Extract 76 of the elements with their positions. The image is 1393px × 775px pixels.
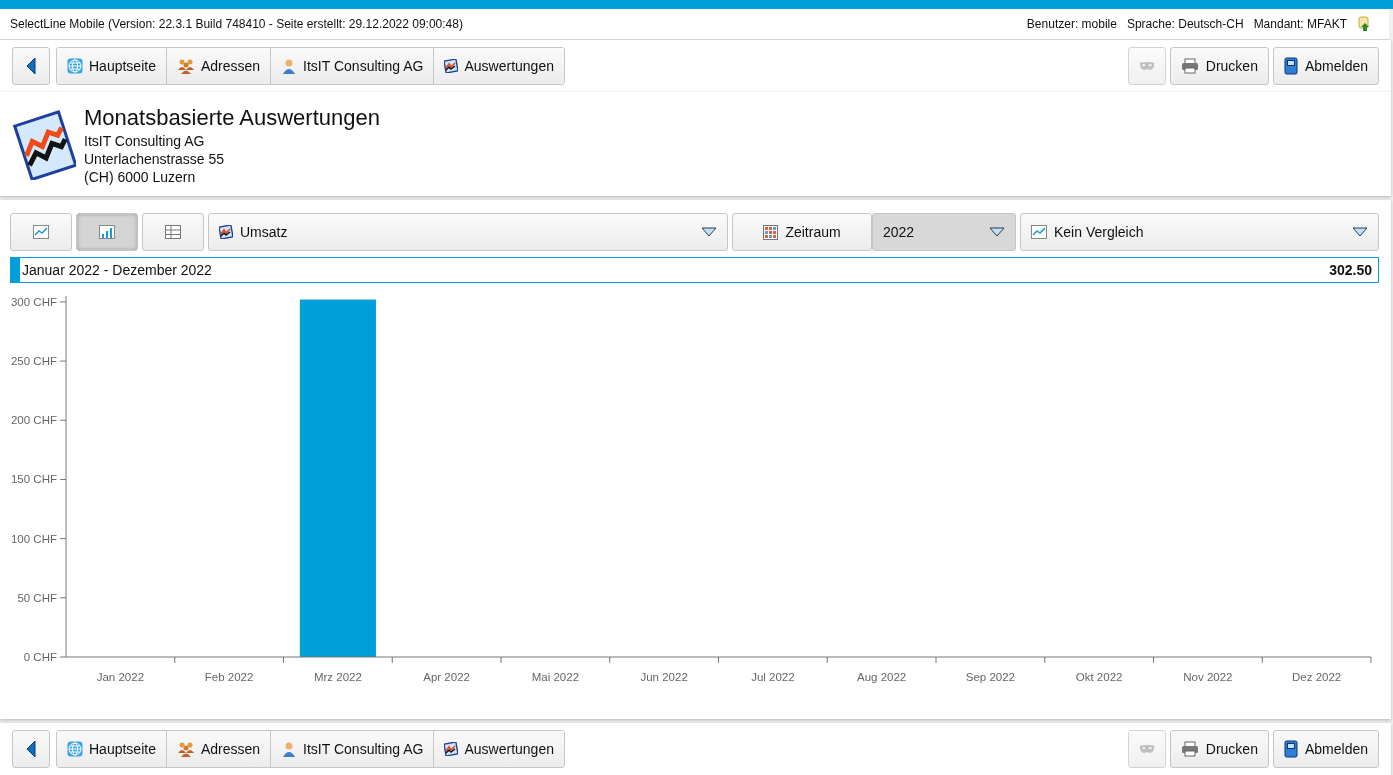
metric-select[interactable]: Umsatz [208, 213, 728, 251]
back-button[interactable] [12, 730, 50, 768]
y-tick-label: 300 CHF [10, 295, 57, 308]
x-tick-label: Jan 2022 [96, 671, 145, 683]
dropdown-caret-icon [1352, 227, 1368, 237]
back-button[interactable] [12, 47, 50, 85]
dropdown-caret-icon [989, 227, 1005, 237]
back-arrow-icon [26, 740, 36, 758]
x-tick-label: Feb 2022 [204, 671, 254, 683]
printer-icon [1180, 741, 1199, 757]
x-tick-label: Dez 2022 [1292, 671, 1342, 683]
city-address: (CH) 6000 Luzern [84, 168, 197, 186]
x-tick-label: Apr 2022 [423, 671, 470, 683]
company-name: ItsIT Consulting AG [84, 132, 206, 150]
calendar-icon [763, 224, 779, 240]
breadcrumb-button[interactable]: ItsIT Consulting AG [270, 48, 434, 84]
language-info: Sprache: Deutsch-CH [1126, 17, 1244, 31]
chart-icon [444, 742, 459, 756]
user-info: Benutzer: mobile [1026, 17, 1117, 31]
x-tick-label: Nov 2022 [1183, 671, 1233, 683]
breadcrumb-button[interactable]: Adressen [165, 48, 271, 84]
period-button[interactable]: Zeitraum [732, 213, 872, 251]
y-tick-label: 250 CHF [10, 355, 57, 368]
person-icon [281, 58, 298, 74]
breadcrumb-button[interactable]: Auswertungen [433, 48, 564, 84]
logout-button[interactable]: Abmelden [1272, 47, 1379, 85]
table-view-button[interactable] [142, 213, 204, 251]
y-tick-label: 200 CHF [10, 414, 57, 427]
print-button[interactable]: Drucken [1169, 730, 1269, 768]
logout-button[interactable]: Abmelden [1272, 730, 1379, 768]
year-select[interactable]: 2022 [872, 213, 1016, 251]
street-address: Unterlachenstrasse 55 [84, 150, 226, 168]
x-tick-label: Okt 2022 [1075, 671, 1123, 683]
table-icon [165, 225, 181, 239]
y-tick-label: 150 CHF [10, 473, 57, 486]
globe-icon [67, 58, 83, 74]
bar-chart-icon [99, 225, 115, 239]
y-tick-label: 50 CHF [17, 591, 57, 604]
door-icon [1283, 740, 1298, 758]
person-icon [281, 741, 298, 757]
x-tick-label: Sep 2022 [965, 671, 1015, 683]
back-arrow-icon [26, 57, 36, 75]
mask-icon [1138, 743, 1155, 755]
page-title: Monatsbasierte Auswertungen [84, 104, 380, 132]
x-tick-label: Jul 2022 [751, 671, 795, 683]
breadcrumb-button[interactable]: Hauptseite [57, 48, 166, 84]
comparison-select[interactable]: Kein Vergleich [1020, 213, 1379, 251]
app-info: SelectLine Mobile (Version: 22.3.1 Build 748410 - Seite erstellt: 29.12.2022 09:00:48) [10, 17, 463, 31]
range-total: 302.50 [1329, 262, 1372, 278]
line-chart-icon [33, 225, 49, 239]
range-label: Januar 2022 - Dezember 2022 [22, 262, 212, 278]
bar-view-button[interactable] [76, 213, 138, 251]
x-tick-label: Aug 2022 [857, 671, 907, 683]
print-button[interactable]: Drucken [1169, 47, 1269, 85]
chart-icon [219, 225, 233, 239]
breadcrumb-button[interactable]: ItsIT Consulting AG [270, 731, 434, 767]
client-switch-icon[interactable] [1357, 16, 1371, 32]
line-chart-icon [1031, 225, 1047, 239]
dropdown-caret-icon [701, 227, 717, 237]
x-tick-label: Mai 2022 [531, 671, 580, 683]
globe-icon [67, 741, 83, 757]
printer-icon [1180, 58, 1199, 74]
people-icon [176, 58, 195, 74]
x-tick-label: Jun 2022 [640, 671, 688, 683]
breadcrumb-button[interactable]: Auswertungen [433, 731, 564, 767]
people-icon [176, 741, 195, 757]
y-tick-label: 100 CHF [10, 532, 57, 545]
breadcrumb-button[interactable]: Adressen [165, 731, 271, 767]
mask-icon [1138, 60, 1155, 72]
y-tick-label: 0 CHF [23, 651, 57, 663]
x-tick-label: Mrz 2022 [313, 671, 362, 683]
door-icon [1283, 57, 1298, 75]
client-info: Mandant: MFAKT [1253, 17, 1347, 31]
breadcrumb-button[interactable]: Hauptseite [57, 731, 166, 767]
line-view-button[interactable] [10, 213, 72, 251]
chart-icon [444, 59, 459, 73]
